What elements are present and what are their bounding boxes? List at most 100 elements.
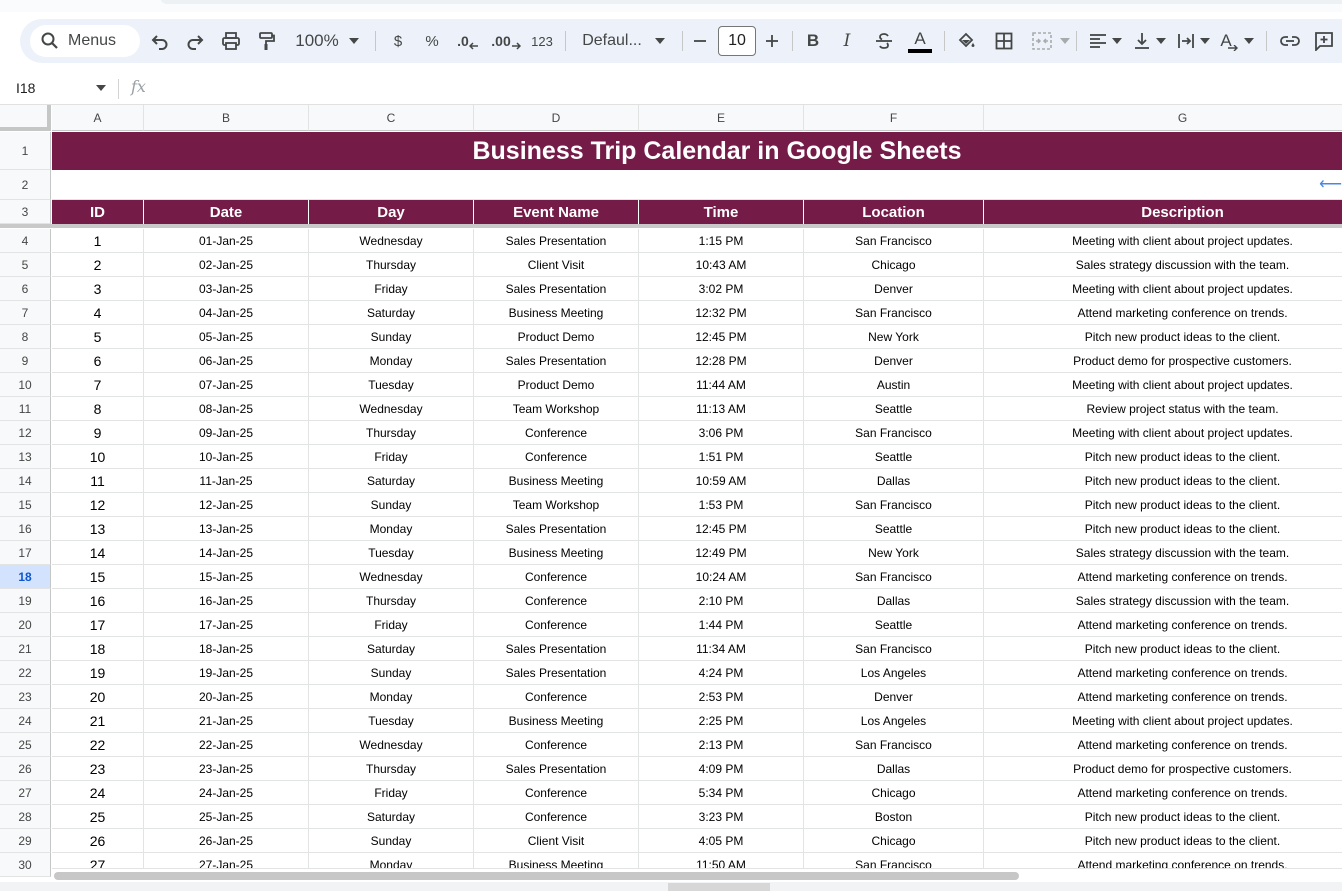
cell-event[interactable]: Business Meeting <box>474 301 639 325</box>
cell-date[interactable]: 24-Jan-25 <box>144 781 309 805</box>
row-header-15[interactable]: 15 <box>0 493 51 517</box>
cell-day[interactable]: Wednesday <box>309 397 474 421</box>
paint-format-button[interactable] <box>254 19 278 63</box>
name-box[interactable]: I18 <box>16 80 35 96</box>
cell-id[interactable]: 8 <box>52 397 144 421</box>
cell-day[interactable]: Monday <box>309 685 474 709</box>
cell-date[interactable]: 26-Jan-25 <box>144 829 309 853</box>
row-header-23[interactable]: 23 <box>0 685 51 709</box>
cell-location[interactable]: San Francisco <box>804 637 984 661</box>
column-header-e[interactable]: E <box>639 105 804 131</box>
cell-desc[interactable]: Sales strategy discussion with the team. <box>984 589 1342 613</box>
cell-time[interactable]: 1:44 PM <box>639 613 804 637</box>
row-header-20[interactable]: 20 <box>0 613 51 637</box>
row-header-4[interactable]: 4 <box>0 229 51 253</box>
cell-date[interactable]: 06-Jan-25 <box>144 349 309 373</box>
cell-location[interactable]: Chicago <box>804 253 984 277</box>
cell-id[interactable]: 6 <box>52 349 144 373</box>
cell-desc[interactable]: Attend marketing conference on trends. <box>984 781 1342 805</box>
cell-day[interactable]: Saturday <box>309 805 474 829</box>
increase-font-size-button[interactable] <box>762 19 782 63</box>
row-header-2[interactable]: 2 <box>0 170 51 200</box>
cell-event[interactable]: Product Demo <box>474 373 639 397</box>
cell-date[interactable]: 02-Jan-25 <box>144 253 309 277</box>
insert-link-button[interactable] <box>1276 19 1304 63</box>
cell-event[interactable]: Client Visit <box>474 829 639 853</box>
menus-search-button[interactable]: Menus <box>30 25 140 57</box>
cell-time[interactable]: 12:45 PM <box>639 325 804 349</box>
cell-desc[interactable]: Attend marketing conference on trends. <box>984 685 1342 709</box>
cell-event[interactable]: Sales Presentation <box>474 637 639 661</box>
cell-desc[interactable]: Attend marketing conference on trends. <box>984 301 1342 325</box>
cell-id[interactable]: 5 <box>52 325 144 349</box>
cell-id[interactable]: 17 <box>52 613 144 637</box>
cell-id[interactable]: 12 <box>52 493 144 517</box>
strikethrough-button[interactable] <box>872 19 896 63</box>
cell-location[interactable]: New York <box>804 541 984 565</box>
cell-time[interactable]: 2:10 PM <box>639 589 804 613</box>
cell-event[interactable]: Sales Presentation <box>474 349 639 373</box>
cell-location[interactable]: Dallas <box>804 589 984 613</box>
cell-day[interactable]: Friday <box>309 445 474 469</box>
cell-desc[interactable]: Pitch new product ideas to the client. <box>984 493 1342 517</box>
cell-time[interactable]: 1:15 PM <box>639 229 804 253</box>
cell-location[interactable]: San Francisco <box>804 733 984 757</box>
cell-desc[interactable]: Sales strategy discussion with the team. <box>984 253 1342 277</box>
row-header-9[interactable]: 9 <box>0 349 51 373</box>
decrease-font-size-button[interactable] <box>690 19 710 63</box>
row-header-24[interactable]: 24 <box>0 709 51 733</box>
text-rotation-caret[interactable] <box>1242 19 1256 63</box>
horizontal-align-button[interactable] <box>1086 19 1110 63</box>
cell-location[interactable]: Chicago <box>804 829 984 853</box>
cell-date[interactable]: 13-Jan-25 <box>144 517 309 541</box>
number-format-button[interactable]: 123 <box>528 19 556 63</box>
cell-event[interactable]: Sales Presentation <box>474 661 639 685</box>
cell-id[interactable]: 11 <box>52 469 144 493</box>
cell-date[interactable]: 22-Jan-25 <box>144 733 309 757</box>
cell-event[interactable]: Conference <box>474 589 639 613</box>
cell-date[interactable]: 25-Jan-25 <box>144 805 309 829</box>
cell-id[interactable]: 15 <box>52 565 144 589</box>
cell-date[interactable]: 16-Jan-25 <box>144 589 309 613</box>
cell-desc[interactable]: Pitch new product ideas to the client. <box>984 805 1342 829</box>
cell-date[interactable]: 07-Jan-25 <box>144 373 309 397</box>
cell-location[interactable]: Denver <box>804 277 984 301</box>
cell-desc[interactable]: Attend marketing conference on trends. <box>984 613 1342 637</box>
cell-time[interactable]: 3:23 PM <box>639 805 804 829</box>
row-header-25[interactable]: 25 <box>0 733 51 757</box>
row-header-18[interactable]: 18 <box>0 565 51 589</box>
cell-id[interactable]: 4 <box>52 301 144 325</box>
cell-event[interactable]: Conference <box>474 613 639 637</box>
cell-event[interactable]: Sales Presentation <box>474 517 639 541</box>
cell-location[interactable]: San Francisco <box>804 301 984 325</box>
cell-day[interactable]: Tuesday <box>309 541 474 565</box>
row-header-22[interactable]: 22 <box>0 661 51 685</box>
cell-date[interactable]: 19-Jan-25 <box>144 661 309 685</box>
cell-id[interactable]: 14 <box>52 541 144 565</box>
row-header-26[interactable]: 26 <box>0 757 51 781</box>
row-header-3[interactable]: 3 <box>0 200 51 224</box>
cell-id[interactable]: 2 <box>52 253 144 277</box>
cell-location[interactable]: Austin <box>804 373 984 397</box>
cell-day[interactable]: Saturday <box>309 637 474 661</box>
scrollbar-thumb[interactable] <box>54 872 1019 880</box>
cell-id[interactable]: 9 <box>52 421 144 445</box>
row-header-1[interactable]: 1 <box>0 132 51 170</box>
cell-date[interactable]: 04-Jan-25 <box>144 301 309 325</box>
cell-day[interactable]: Thursday <box>309 421 474 445</box>
column-header-a[interactable]: A <box>52 105 144 131</box>
cell-time[interactable]: 11:44 AM <box>639 373 804 397</box>
cell-event[interactable]: Product Demo <box>474 325 639 349</box>
cell-desc[interactable]: Meeting with client about project update… <box>984 709 1342 733</box>
cell-time[interactable]: 2:53 PM <box>639 685 804 709</box>
cell-id[interactable]: 21 <box>52 709 144 733</box>
cell-id[interactable]: 23 <box>52 757 144 781</box>
row-header-5[interactable]: 5 <box>0 253 51 277</box>
column-header-c[interactable]: C <box>309 105 474 131</box>
cell-time[interactable]: 1:51 PM <box>639 445 804 469</box>
increase-decimal-button[interactable]: .00 <box>490 19 522 63</box>
cell-desc[interactable]: Pitch new product ideas to the client. <box>984 445 1342 469</box>
cell-event[interactable]: Conference <box>474 781 639 805</box>
cell-id[interactable]: 26 <box>52 829 144 853</box>
caret-down-icon[interactable] <box>96 85 106 91</box>
